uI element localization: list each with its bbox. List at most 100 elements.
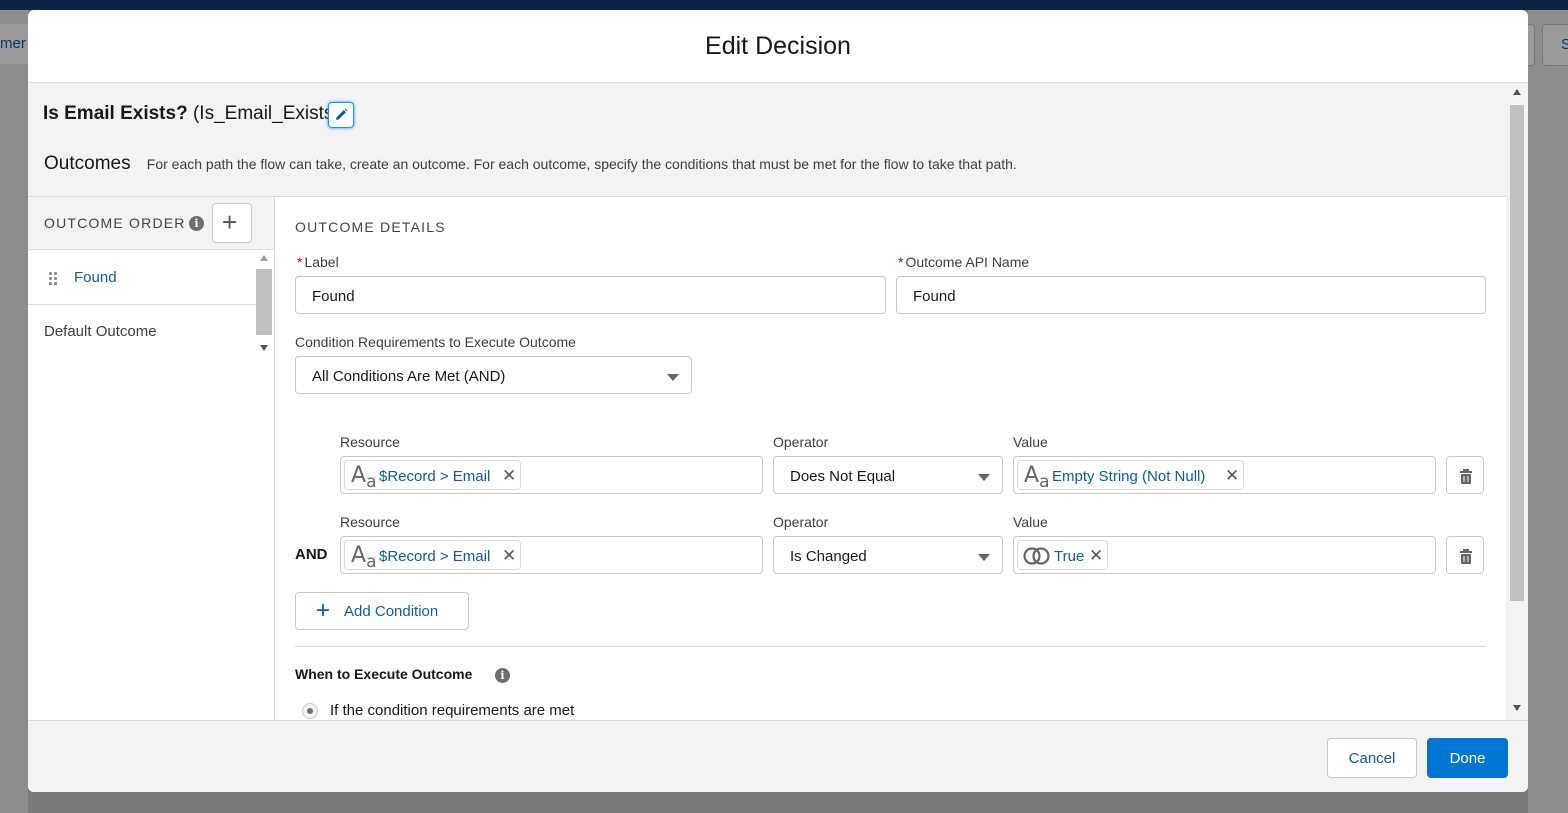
- add-outcome-button[interactable]: +: [212, 203, 252, 243]
- remove-icon[interactable]: ✕: [1089, 546, 1103, 566]
- label-field-text: Label: [304, 254, 339, 270]
- value-input[interactable]: True ✕: [1013, 536, 1436, 574]
- value-label: Value: [1013, 434, 1048, 450]
- resource-pill[interactable]: Aa $Record > Email ✕: [344, 540, 521, 572]
- scroll-up-icon[interactable]: [1513, 89, 1521, 95]
- outcomes-heading: Outcomes: [44, 153, 131, 174]
- decision-api-name: (Is_Email_Exists): [192, 103, 340, 124]
- section-divider: [295, 646, 1486, 647]
- background-button-label: S: [1561, 36, 1568, 53]
- scroll-down-icon[interactable]: [260, 345, 268, 351]
- scroll-thumb[interactable]: [256, 269, 272, 335]
- pencil-icon: [336, 108, 348, 120]
- add-condition-label: Add Condition: [344, 603, 439, 620]
- chevron-down-icon: [978, 554, 990, 561]
- label-field-label: * Label: [297, 254, 339, 270]
- delete-condition-button[interactable]: [1446, 456, 1484, 494]
- resource-input[interactable]: Aa $Record > Email ✕: [340, 536, 763, 574]
- decision-label: Is Email Exists?: [43, 103, 188, 124]
- text-icon: Aa: [1024, 463, 1050, 492]
- required-marker: *: [898, 254, 904, 270]
- operator-select-value: Does Not Equal: [790, 468, 896, 485]
- modal-body-scrollbar[interactable]: [1508, 83, 1526, 720]
- api-name-input-value: Found: [913, 288, 956, 305]
- resource-pill-label: $Record > Email: [379, 548, 491, 565]
- api-name-input[interactable]: Found: [896, 276, 1486, 314]
- label-input-value: Found: [312, 288, 355, 305]
- outcome-order-header: OUTCOME ORDER i +: [28, 197, 274, 250]
- info-icon[interactable]: i: [189, 216, 204, 231]
- outcomes-panel: OUTCOME ORDER i + Found Default Outcome: [28, 196, 1506, 720]
- outcome-order-label: OUTCOME ORDER: [44, 215, 186, 231]
- resource-pill[interactable]: Aa $Record > Email ✕: [344, 460, 521, 492]
- required-marker: *: [297, 254, 303, 270]
- text-icon: Aa: [351, 543, 377, 572]
- operator-label: Operator: [773, 514, 829, 530]
- value-pill[interactable]: Aa Empty String (Not Null) ✕: [1017, 460, 1244, 492]
- background-button: S: [1542, 24, 1568, 66]
- radio-condition-met[interactable]: [302, 703, 318, 719]
- edit-decision-button[interactable]: [328, 102, 354, 128]
- remove-icon[interactable]: ✕: [1225, 466, 1239, 486]
- outcome-item-default[interactable]: Default Outcome: [44, 323, 157, 340]
- edit-decision-modal: Edit Decision Is Email Exists? (Is_Email…: [28, 10, 1528, 792]
- plus-icon: +: [222, 207, 238, 237]
- outcome-details-heading: OUTCOME DETAILS: [295, 219, 446, 235]
- api-name-field-label: * Outcome API Name: [898, 254, 1029, 270]
- condition-logic-label: AND: [295, 546, 328, 563]
- operator-select[interactable]: Does Not Equal: [773, 456, 1003, 494]
- background-page-left: [0, 10, 28, 813]
- resource-pill-label: $Record > Email: [379, 468, 491, 485]
- scroll-up-icon[interactable]: [260, 255, 268, 261]
- value-pill-label: Empty String (Not Null): [1052, 468, 1206, 485]
- when-to-execute-label: When to Execute Outcome: [295, 666, 473, 682]
- done-button[interactable]: Done: [1427, 738, 1508, 778]
- resource-label: Resource: [340, 434, 400, 450]
- background-button: [1528, 24, 1535, 66]
- text-icon: Aa: [351, 463, 377, 492]
- scroll-thumb[interactable]: [1510, 105, 1524, 601]
- resource-input[interactable]: Aa $Record > Email ✕: [340, 456, 763, 494]
- operator-label: Operator: [773, 434, 829, 450]
- requirements-select[interactable]: All Conditions Are Met (AND): [295, 356, 692, 394]
- resource-label: Resource: [340, 514, 400, 530]
- chevron-down-icon: [978, 474, 990, 481]
- background-tab-label: mer: [0, 35, 26, 52]
- value-input[interactable]: Aa Empty String (Not Null) ✕: [1013, 456, 1436, 494]
- trash-icon: [1460, 469, 1472, 484]
- value-pill[interactable]: True ✕: [1017, 540, 1108, 570]
- modal-header: Edit Decision: [28, 10, 1528, 83]
- modal-title: Edit Decision: [705, 32, 851, 60]
- drag-handle-icon[interactable]: [49, 272, 59, 288]
- outcome-item-found[interactable]: Found: [28, 250, 256, 305]
- plus-icon: +: [316, 597, 331, 624]
- outcome-order-column: OUTCOME ORDER i + Found Default Outcome: [28, 197, 275, 720]
- outcomes-header: Outcomes For each path the flow can take…: [44, 153, 1017, 175]
- outcome-list-scrollbar[interactable]: [256, 253, 274, 353]
- requirements-label: Condition Requirements to Execute Outcom…: [295, 334, 576, 350]
- value-label: Value: [1013, 514, 1048, 530]
- outcomes-description: For each path the flow can take, create …: [146, 156, 1017, 172]
- info-icon[interactable]: i: [495, 668, 510, 683]
- label-input[interactable]: Found: [295, 276, 886, 314]
- scroll-down-icon[interactable]: [1513, 705, 1521, 711]
- outcome-item-label: Found: [74, 269, 117, 286]
- modal-footer: Cancel Done: [28, 720, 1528, 792]
- remove-icon[interactable]: ✕: [502, 466, 516, 486]
- operator-select[interactable]: Is Changed: [773, 536, 1003, 574]
- value-pill-label: True: [1054, 548, 1085, 565]
- add-condition-button[interactable]: + Add Condition: [295, 592, 469, 630]
- operator-select-value: Is Changed: [790, 548, 867, 565]
- background-tab-button: mer: [0, 24, 29, 64]
- background-page-right: [1528, 10, 1568, 813]
- cancel-button[interactable]: Cancel: [1327, 738, 1417, 778]
- radio-condition-met-label: If the condition requirements are met: [330, 702, 575, 719]
- trash-icon: [1460, 549, 1472, 564]
- chevron-down-icon: [667, 374, 679, 381]
- boolean-icon: [1023, 547, 1050, 565]
- global-nav-bar: [0, 0, 1568, 10]
- delete-condition-button[interactable]: [1446, 536, 1484, 574]
- remove-icon[interactable]: ✕: [502, 546, 516, 566]
- api-name-field-text: Outcome API Name: [905, 254, 1030, 270]
- outcome-details: OUTCOME DETAILS * Label Found * Outcome AP…: [275, 197, 1506, 720]
